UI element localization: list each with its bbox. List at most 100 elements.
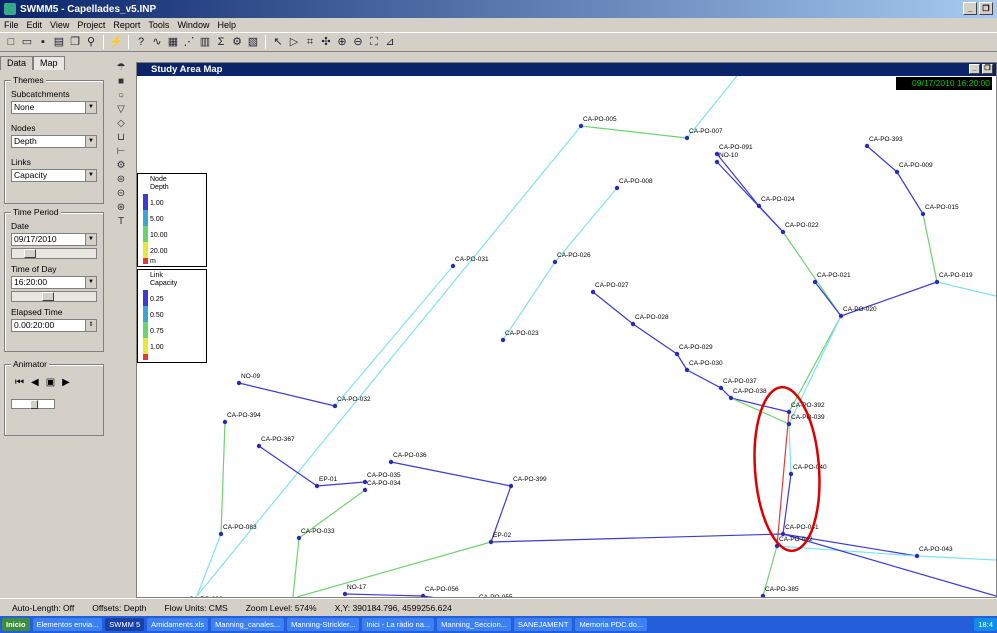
junction-node[interactable] xyxy=(450,263,456,269)
nodes-select[interactable]: Depth ▼ xyxy=(11,135,97,148)
junction-node[interactable] xyxy=(934,279,940,285)
junction-node[interactable] xyxy=(812,279,818,285)
junction-node[interactable] xyxy=(296,535,302,541)
conduit-link[interactable] xyxy=(866,145,898,173)
auto-length-status[interactable]: Auto-Length: Off xyxy=(12,603,74,613)
elapsed-time-input[interactable]: 0.00:20:00 ⇕ xyxy=(11,319,97,332)
tab-map[interactable]: Map xyxy=(33,56,65,70)
animation-speed-slider[interactable] xyxy=(11,399,55,409)
junction-node[interactable] xyxy=(332,403,338,409)
junction-node[interactable] xyxy=(684,367,690,373)
taskbar-item-swmm[interactable]: SWMM 5 xyxy=(105,618,145,631)
conduit-link[interactable] xyxy=(196,533,222,597)
stop-icon[interactable]: ▣ xyxy=(46,377,55,388)
junction-node[interactable] xyxy=(388,459,394,465)
print-icon[interactable]: ▤ xyxy=(52,35,66,49)
junction-node[interactable] xyxy=(552,259,558,265)
conduit-link[interactable] xyxy=(554,187,618,263)
open-file-icon[interactable]: ▭ xyxy=(20,35,34,49)
subcatchment-icon[interactable]: ■ xyxy=(115,76,127,88)
zoom-out-icon[interactable]: ⊖ xyxy=(351,35,365,49)
conduit-link[interactable] xyxy=(922,213,938,283)
conduit-link[interactable] xyxy=(632,323,678,355)
menu-help[interactable]: Help xyxy=(217,20,236,30)
time-of-day-select[interactable]: 16:20:00 ▼ xyxy=(11,276,97,289)
conduit-link[interactable] xyxy=(344,593,424,597)
table-icon[interactable]: ▥ xyxy=(198,35,212,49)
outlet-icon[interactable]: ⊛ xyxy=(115,202,127,214)
junction-node[interactable] xyxy=(420,593,426,597)
save-icon[interactable]: ▪ xyxy=(36,35,50,49)
junction-node[interactable] xyxy=(864,143,870,149)
legend-icon[interactable]: ▧ xyxy=(246,35,260,49)
conduit-link[interactable] xyxy=(776,545,918,557)
conduit-link[interactable] xyxy=(896,171,924,215)
taskbar-item[interactable]: Manning_Seccion... xyxy=(437,618,511,631)
rain-gage-icon[interactable]: ☂ xyxy=(115,62,127,74)
junction-node[interactable] xyxy=(222,419,228,425)
junction-node[interactable] xyxy=(760,593,766,597)
menu-view[interactable]: View xyxy=(50,20,69,30)
junction-node[interactable] xyxy=(718,385,724,391)
profile-icon[interactable]: ∿ xyxy=(150,35,164,49)
conduit-link[interactable] xyxy=(814,281,842,317)
storage-icon[interactable]: ⊔ xyxy=(115,132,127,144)
offsets-status[interactable]: Offsets: Depth xyxy=(92,603,146,613)
map-minimize-button[interactable]: _ xyxy=(969,64,980,74)
conduit-link[interactable] xyxy=(758,205,784,233)
junction-node[interactable] xyxy=(630,321,636,327)
junction-node[interactable] xyxy=(914,553,920,559)
menu-window[interactable]: Window xyxy=(177,20,209,30)
full-extent-icon[interactable]: ⛶ xyxy=(367,35,381,49)
tab-data[interactable]: Data xyxy=(0,56,34,70)
conduit-link[interactable] xyxy=(220,421,226,535)
junction-node[interactable] xyxy=(342,591,348,597)
divider-icon[interactable]: ◇ xyxy=(115,118,127,130)
taskbar-item[interactable]: Memoria PDC.do... xyxy=(575,618,648,631)
junction-node[interactable] xyxy=(236,380,242,386)
query-icon[interactable]: ? xyxy=(134,35,148,49)
junction-node[interactable] xyxy=(674,351,680,357)
menu-project[interactable]: Project xyxy=(77,20,105,30)
junction-node[interactable] xyxy=(894,169,900,175)
conduit-link[interactable] xyxy=(782,533,996,597)
taskbar-item[interactable]: Manning-Strickler... xyxy=(287,618,360,631)
back-icon[interactable]: ◀ xyxy=(31,377,39,388)
taskbar-item[interactable]: SANEJAMENT xyxy=(514,618,573,631)
conduit-link[interactable] xyxy=(258,445,318,487)
taskbar-item[interactable]: Manning_canales... xyxy=(211,618,285,631)
conduit-link[interactable] xyxy=(676,353,688,371)
junction-node[interactable] xyxy=(780,229,786,235)
junction-node[interactable] xyxy=(728,395,734,401)
junction-node[interactable] xyxy=(508,483,514,489)
weir-icon[interactable]: ⊝ xyxy=(115,188,127,200)
taskbar-item[interactable]: Elementos envia... xyxy=(32,618,103,631)
conduit-link[interactable] xyxy=(788,423,792,475)
conduit-link[interactable] xyxy=(334,265,454,407)
junction-node[interactable] xyxy=(684,135,690,141)
subcatchments-select[interactable]: None ▼ xyxy=(11,101,97,114)
junction-node[interactable] xyxy=(218,531,224,537)
region-icon[interactable]: ⌗ xyxy=(303,35,317,49)
start-button[interactable]: Inicio xyxy=(2,618,30,631)
junction-node[interactable] xyxy=(488,539,494,545)
forward-icon[interactable]: ▶ xyxy=(62,377,70,388)
label-icon[interactable]: T xyxy=(115,216,127,228)
conduit-link[interactable] xyxy=(916,555,996,561)
select-icon[interactable]: ↖ xyxy=(271,35,285,49)
conduit-icon[interactable]: ⊢ xyxy=(115,146,127,158)
graph-icon[interactable]: ▦ xyxy=(166,35,180,49)
scatter-icon[interactable]: ⋰ xyxy=(182,35,196,49)
network-map[interactable]: CA-PO-005 CA-PO-007 CA-PO-091NO-10 CA-PO-39… xyxy=(137,76,996,597)
junction-node[interactable] xyxy=(786,421,792,427)
measure-icon[interactable]: ⊿ xyxy=(383,35,397,49)
pump-icon[interactable]: ⚙ xyxy=(115,160,127,172)
junction-node[interactable] xyxy=(590,289,596,295)
junction-node[interactable] xyxy=(500,337,506,343)
menu-tools[interactable]: Tools xyxy=(148,20,169,30)
conduit-link[interactable] xyxy=(490,533,784,543)
conduit-link[interactable] xyxy=(936,281,996,297)
conduit-link[interactable] xyxy=(686,369,722,389)
orifice-icon[interactable]: ⊜ xyxy=(115,174,127,186)
minimize-button[interactable]: _ xyxy=(963,2,977,15)
